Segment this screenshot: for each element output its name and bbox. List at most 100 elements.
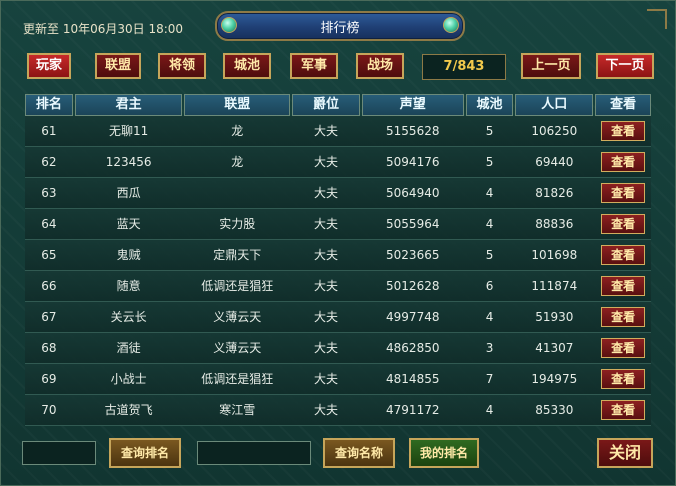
close-button[interactable]: 关闭 [597,438,653,468]
view-button[interactable]: 查看 [601,214,646,234]
cell-lord: 西瓜 [116,186,141,200]
cell-population: 88836 [535,217,574,231]
cell-prestige: 5064940 [386,186,440,200]
cell-rank: 61 [41,124,57,138]
cell-view: 查看 [595,209,651,239]
cell-cities: 6 [485,279,494,293]
view-button[interactable]: 查看 [601,369,646,389]
cell-title: 大夫 [314,341,339,355]
cell-cities: 4 [485,403,494,417]
cell-prestige: 5023665 [386,248,440,262]
cell-cities: 4 [485,310,494,324]
cell-lord: 鬼贼 [116,248,141,262]
cell-rank: 62 [41,155,57,169]
view-button[interactable]: 查看 [601,338,646,358]
tab-city[interactable]: 城池 [223,53,271,79]
cell-title: 大夫 [314,279,339,293]
view-button[interactable]: 查看 [601,245,646,265]
cell-prestige: 5094176 [386,155,440,169]
cell-lord: 蓝天 [116,217,141,231]
header-rank: 排名 [25,94,73,116]
table-row: 63 西瓜 大夫 5064940 4 81826 查看 [25,178,651,209]
tab-general[interactable]: 将领 [158,53,206,79]
cell-alliance [184,178,290,208]
view-button[interactable]: 查看 [601,121,646,141]
cell-population: 81826 [535,186,574,200]
cell-cities: 5 [485,248,494,262]
cell-view: 查看 [595,333,651,363]
view-button[interactable]: 查看 [601,400,646,420]
cell-lord: 小战士 [110,372,147,386]
cell-lord: 酒徒 [116,341,141,355]
cell-population: 106250 [531,124,578,138]
table-row: 68 酒徒 义薄云天 大夫 4862850 3 41307 查看 [25,333,651,364]
name-search-input[interactable] [197,441,311,465]
cell-lord: 123456 [105,155,152,169]
cell-population: 69440 [535,155,574,169]
title-bar: 排行榜 [215,11,465,41]
table-row: 66 随意 低调还是猖狂 大夫 5012628 6 111874 查看 [25,271,651,302]
view-button[interactable]: 查看 [601,152,646,172]
window-title: 排行榜 [320,21,360,36]
table-row: 64 蓝天 实力股 大夫 5055964 4 88836 查看 [25,209,651,240]
cell-prestige: 5055964 [386,217,440,231]
cell-view: 查看 [595,240,651,270]
cell-prestige: 4814855 [386,372,440,386]
cell-rank: 70 [41,403,57,417]
cell-rank: 66 [41,279,57,293]
cell-rank: 64 [41,217,57,231]
cell-view: 查看 [595,178,651,208]
cell-title: 大夫 [314,403,339,417]
cell-alliance: 龙 [231,155,244,169]
tab-player[interactable]: 玩家 [27,53,71,79]
next-page-button[interactable]: 下一页 [596,53,654,79]
tab-battlefield[interactable]: 战场 [356,53,404,79]
page-indicator: 7/843 [422,54,506,80]
view-button[interactable]: 查看 [601,183,646,203]
table-body: 61 无聊11 龙大夫 5155628 5 106250 查看 62 123456 龙大夫 5094… [25,116,651,426]
cell-cities: 5 [485,155,494,169]
cell-prestige: 4997748 [386,310,440,324]
cell-alliance: 定鼎天下 [213,248,262,262]
my-rank-button[interactable]: 我的排名 [409,438,479,468]
cell-view: 查看 [595,395,651,425]
cell-alliance: 义薄云天 [213,310,262,324]
header-population: 人口 [515,94,594,116]
prev-page-button[interactable]: 上一页 [521,53,581,79]
search-rank-button[interactable]: 查询排名 [109,438,181,468]
cell-title: 大夫 [314,248,339,262]
cell-population: 101698 [531,248,578,262]
cell-title: 大夫 [314,124,339,138]
cell-view: 查看 [595,302,651,332]
rank-search-input[interactable] [22,441,96,465]
cell-cities: 4 [485,217,494,231]
cell-cities: 4 [485,186,494,200]
search-name-button[interactable]: 查询名称 [323,438,395,468]
ranking-table: 排名 君主 联盟 爵位 声望 城池 人口 查看 61 无聊11 龙大夫 5155628… [25,94,651,426]
cell-lord: 无聊11 [109,124,149,138]
view-button[interactable]: 查看 [601,276,646,296]
cell-population: 111874 [531,279,578,293]
tab-alliance[interactable]: 联盟 [95,53,141,79]
header-cities: 城池 [465,94,514,116]
view-button[interactable]: 查看 [601,307,646,327]
cell-lord: 古道贺飞 [104,403,153,417]
cell-population: 194975 [531,372,578,386]
cell-rank: 65 [41,248,57,262]
table-row: 62 123456 龙 大夫 5094176 5 69440 查看 [25,147,651,178]
table-header: 排名 君主 联盟 爵位 声望 城池 人口 查看 [25,94,651,116]
header-prestige: 声望 [361,94,464,116]
cell-view: 查看 [595,271,651,301]
table-row: 67 关云长 义薄云天 大夫 4997748 4 51930 查看 [25,302,651,333]
cell-view: 查看 [595,364,651,394]
update-time: 更新至 10年06月30日 18:00 [23,22,184,36]
header-title: 爵位 [292,94,360,116]
header-lord: 君主 [74,94,183,116]
cell-title: 大夫 [314,155,339,169]
cell-cities: 5 [485,124,494,138]
tab-military[interactable]: 军事 [290,53,338,79]
cell-cities: 7 [485,372,494,386]
cell-prestige: 4862850 [386,341,440,355]
cell-title: 大夫 [314,310,339,324]
cell-population: 85330 [535,403,574,417]
